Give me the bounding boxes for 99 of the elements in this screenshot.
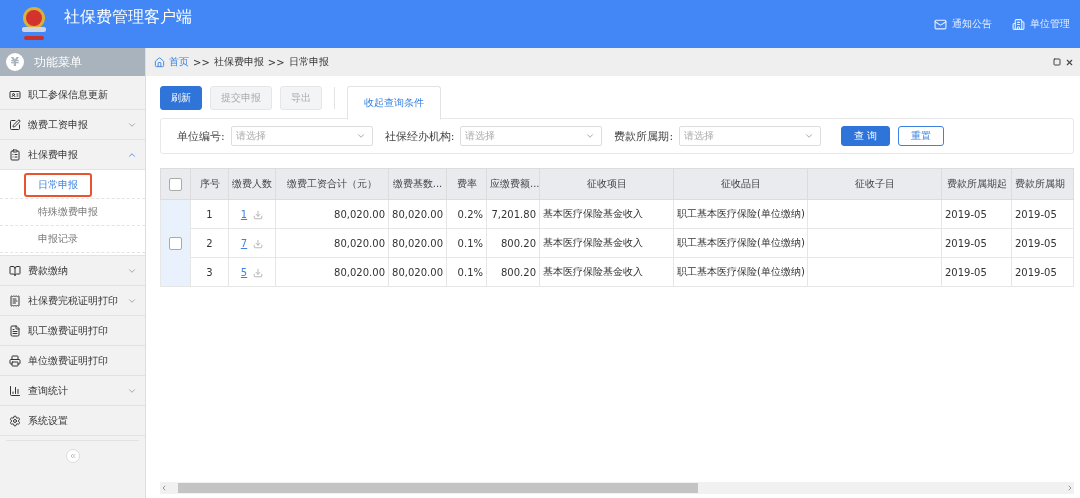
checkbox[interactable] (169, 177, 182, 191)
filter-button[interactable]: 查 询 (841, 126, 891, 146)
column-header: 缴费基数... (388, 168, 447, 200)
collapse-button[interactable] (65, 449, 80, 463)
table-cell: 0.2% (446, 199, 487, 229)
menu-item[interactable]: 职工缴费证明打印 (0, 316, 145, 346)
submenu-item[interactable]: 特殊缴费申报 (24, 200, 112, 224)
count-link[interactable]: 7 (240, 237, 248, 249)
download-icon[interactable] (253, 209, 264, 220)
download-icon[interactable] (253, 238, 264, 249)
chevron-down-icon (585, 131, 596, 141)
menu-item[interactable]: 费款缴纳 (0, 256, 145, 286)
header-link[interactable]: 单位管理 (1012, 17, 1070, 31)
chevron-right-icon[interactable] (1066, 484, 1074, 492)
table-cell: 2019-05 (1011, 199, 1074, 229)
toolbar-button[interactable]: 刷新 (160, 86, 202, 110)
sidebar-title: 功能菜单 (34, 53, 82, 71)
table-cell: 80,020.00 (275, 199, 389, 229)
menu-item[interactable]: 系统设置 (0, 406, 145, 436)
filter-label: 社保经办机构: (384, 128, 455, 144)
restore-icon[interactable] (1053, 58, 1061, 66)
column-header: 费率 (446, 168, 487, 200)
filter-label: 费款所属期: (614, 128, 674, 144)
column-header: 征收项目 (539, 168, 674, 200)
breadcrumb-text: 日常申报 (288, 55, 329, 69)
column-header: 序号 (190, 168, 229, 200)
table-cell: 0.1% (446, 257, 487, 287)
header-link[interactable]: 通知公告 (934, 17, 992, 31)
close-icon[interactable] (1065, 57, 1074, 67)
table-cell: 7,201.80 (486, 199, 540, 229)
chevron-left-icon[interactable] (160, 484, 168, 492)
table-cell: 2 (190, 228, 229, 258)
receipt-icon (9, 294, 21, 307)
table-cell: 职工基本医疗保险(单位缴纳) (673, 257, 808, 287)
menu-item[interactable]: 查询统计 (0, 376, 145, 406)
count-link[interactable]: 5 (240, 266, 248, 278)
column-header: 缴费工资合计（元） (275, 168, 389, 200)
table-cell: 2019-05 (941, 257, 1012, 287)
table-cell: 80,020.00 (388, 199, 447, 229)
column-header: 缴费人数 (228, 168, 276, 200)
table-cell: 2019-05 (941, 199, 1012, 229)
table-cell: 80,020.00 (388, 257, 447, 287)
column-header: 征收子目 (807, 168, 942, 200)
table-cell: 基本医疗保险基金收入 (539, 228, 674, 258)
checkbox[interactable] (169, 236, 182, 250)
column-header: 应缴费额... (486, 168, 540, 200)
building-icon (1012, 17, 1025, 31)
breadcrumb-separator: >> (267, 56, 285, 68)
table-cell: 职工基本医疗保险(单位缴纳) (673, 199, 808, 229)
table-cell: 1 (190, 199, 229, 229)
menu-item[interactable]: 单位缴费证明打印 (0, 346, 145, 376)
table-cell: 80,020.00 (275, 228, 389, 258)
count-link[interactable]: 1 (240, 208, 248, 220)
breadcrumb-text: 社保费申报 (213, 55, 264, 69)
document-icon (9, 324, 21, 337)
table-cell: 80,020.00 (388, 228, 447, 258)
filter-label: 单位编号: (177, 128, 225, 144)
submenu-item[interactable]: 申报记录 (24, 227, 92, 251)
table-cell: 800.20 (486, 228, 540, 258)
double-chevron-left-icon (68, 452, 77, 460)
edit-icon (9, 118, 21, 131)
breadcrumb-link[interactable]: 首页 (169, 55, 189, 69)
chart-icon (9, 384, 21, 397)
column-header: 费款所属期 (1011, 168, 1074, 200)
mail-icon (934, 17, 947, 31)
table-cell: 基本医疗保险基金收入 (539, 257, 674, 287)
menu-item[interactable]: 职工参保信息更新 (0, 80, 145, 110)
column-header: 费款所属期起 (941, 168, 1012, 200)
select-field[interactable]: 请选择 (679, 126, 822, 146)
home-icon (154, 56, 165, 68)
filter-button[interactable]: 重置 (898, 126, 945, 146)
table-cell: 基本医疗保险基金收入 (539, 199, 674, 229)
card-icon (9, 88, 21, 101)
table-cell: 2019-05 (1011, 228, 1074, 258)
menu-item[interactable]: 社保费完税证明打印 (0, 286, 145, 316)
select-field[interactable]: 请选择 (460, 126, 603, 146)
table-cell: 80,020.00 (275, 257, 389, 287)
table-cell: 800.20 (486, 257, 540, 287)
table-cell: 2019-05 (1011, 257, 1074, 287)
chevron-down-icon (355, 131, 366, 141)
select-field[interactable]: 请选择 (230, 126, 373, 146)
table-cell: 职工基本医疗保险(单位缴纳) (673, 228, 808, 258)
book-icon (9, 264, 21, 277)
breadcrumb-separator: >> (193, 56, 210, 68)
submenu-item[interactable]: 日常申报 (24, 173, 92, 197)
chevron-down-icon (804, 131, 815, 141)
yen-icon: ¥ (6, 53, 24, 71)
menu-item[interactable]: 缴费工资申报 (0, 110, 145, 140)
app-title: 社保费管理客户端 (64, 6, 193, 28)
horizontal-scrollbar[interactable] (160, 482, 1074, 494)
table-cell: 0.1% (446, 228, 487, 258)
clipboard-icon (9, 148, 21, 161)
settings-icon (9, 414, 21, 427)
table-cell: 2019-05 (941, 228, 1012, 258)
download-icon[interactable] (253, 267, 264, 278)
filter-toggle-tab[interactable]: 收起查询条件 (347, 86, 441, 120)
table-cell: 3 (190, 257, 229, 287)
column-header: 征收品目 (673, 168, 808, 200)
printer-icon (9, 354, 21, 367)
